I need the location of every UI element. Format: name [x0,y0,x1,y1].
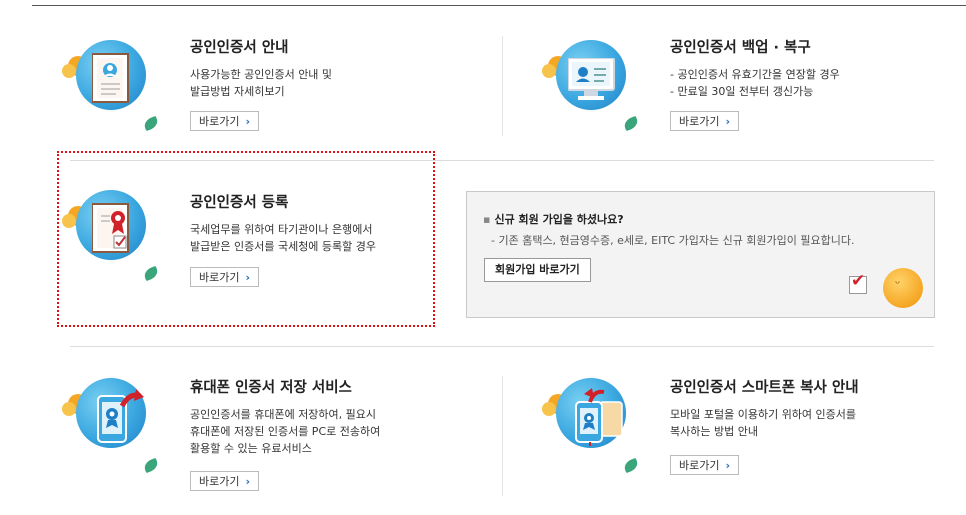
join-detail: - 기존 홈택스, 현금영수증, e세로, EITC 가입자는 신규 회원가입이… [491,234,855,247]
join-panel: ▪ 신규 회원 가입을 하셨나요? - 기존 홈택스, 현금영수증, e세로, E… [466,191,935,318]
guide-goto-label: 바로가기 [199,115,240,128]
backup-goto-button[interactable]: 바로가기 › [670,111,740,131]
smartphone-goto-button[interactable]: 바로가기 › [670,455,740,475]
chevron-right-icon: › [245,475,251,488]
column-divider [502,36,503,136]
chevron-right-icon: › [725,115,731,128]
certificate-ribbon-icon [62,184,162,294]
join-question: ▪ 신규 회원 가입을 하셨나요? [483,211,624,227]
chevron-right-icon: › [245,271,251,284]
smartphone-desc-line2: 복사하는 방법 안내 [670,425,758,438]
backup-desc-line2: - 만료일 30일 전부터 갱신가능 [670,85,814,98]
column-divider [502,376,503,496]
chevron-right-icon: › [725,459,731,472]
register-desc-line2: 발급받은 인증서를 국세청에 등록할 경우 [190,240,377,253]
backup-goto-label: 바로가기 [679,115,720,128]
register-goto-button[interactable]: 바로가기 › [190,267,260,287]
phone-desc-line1: 공인인증서를 휴대폰에 저장하여, 필요시 [190,408,377,421]
smartphone-copy-icon [542,372,642,482]
register-title: 공인인증서 등록 [190,195,289,211]
monitor-id-card-icon [542,34,642,144]
register-desc-line1: 국세업무를 위하여 타기관이나 은행에서 [190,223,373,236]
phone-goto-label: 바로가기 [199,475,240,488]
smartphone-desc-line1: 모바일 포털을 이용하기 위하여 인증서를 [670,408,857,421]
certificate-document-icon [62,34,162,144]
join-question-text: 신규 회원 가입을 하셨나요? [494,213,624,226]
join-button[interactable]: 회원가입 바로가기 [484,258,591,282]
guide-title: 공인인증서 안내 [190,40,289,56]
phone-title: 휴대폰 인증서 저장 서비스 [190,380,352,396]
top-divider [32,5,966,6]
smiley-icon: ᵕ [883,268,923,308]
section-divider [70,346,934,347]
phone-desc-line2: 휴대폰에 저장된 인증서를 PC로 전송하여 [190,425,381,438]
phone-goto-button[interactable]: 바로가기 › [190,471,260,491]
guide-desc-line2: 발급방법 자세히보기 [190,85,285,98]
chevron-right-icon: › [245,115,251,128]
checkbox-check-icon: ✔ [849,271,867,294]
guide-goto-button[interactable]: 바로가기 › [190,111,260,131]
guide-desc-line1: 사용가능한 공인인증서 안내 및 [190,68,333,81]
bullet-icon: ▪ [483,213,491,226]
phone-desc-line3: 활용할 수 있는 유료서비스 [190,442,312,455]
backup-desc-line1: - 공인인증서 유효기간을 연장할 경우 [670,68,840,81]
smartphone-title: 공인인증서 스마트폰 복사 안내 [670,380,859,396]
register-goto-label: 바로가기 [199,271,240,284]
phone-transfer-icon [62,372,162,482]
smartphone-goto-label: 바로가기 [679,459,720,472]
backup-title: 공인인증서 백업 · 복구 [670,40,811,56]
